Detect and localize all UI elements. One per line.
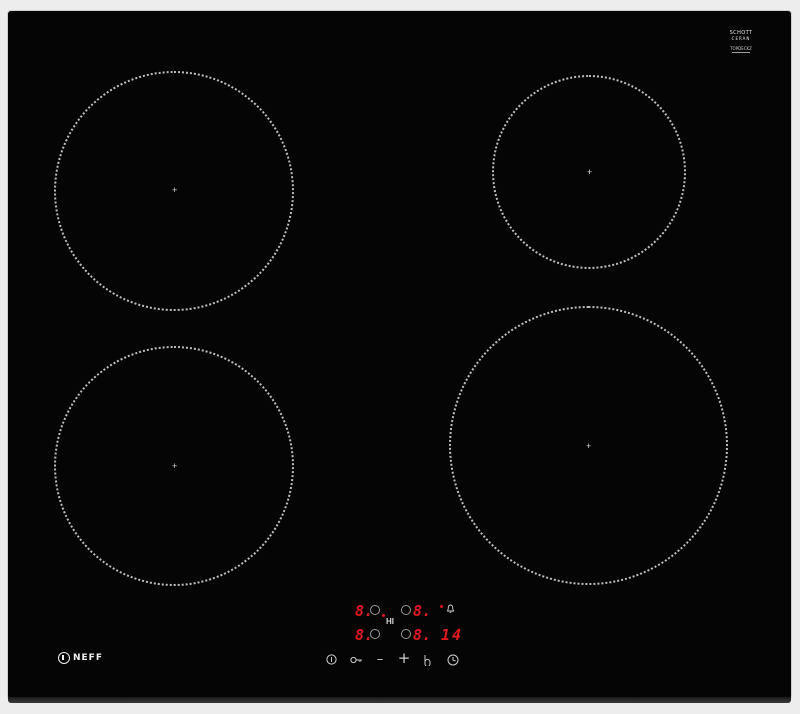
front-right-zone-select-button[interactable] — [401, 629, 411, 639]
neff-logo-icon — [58, 652, 70, 664]
glass-brand-line2: CERAN — [731, 36, 751, 41]
power-button[interactable] — [323, 654, 339, 668]
timer-button[interactable] — [445, 654, 461, 669]
plus-button[interactable]: + — [396, 649, 412, 667]
timer-display: 14 — [441, 626, 464, 644]
wipe-protect-icon — [424, 655, 430, 667]
rear-right-level-display: 8. — [413, 602, 432, 620]
rear-right-zone-select-button[interactable] — [401, 605, 411, 615]
wipe-protect-button[interactable] — [419, 654, 435, 669]
childlock-button[interactable] — [348, 654, 364, 668]
zone-rear-left-center-mark: + — [172, 185, 178, 195]
zone-front-right-center-mark: + — [586, 441, 592, 451]
zone-front-left-center-mark: + — [172, 461, 178, 471]
boost-indicator-dot — [382, 614, 385, 617]
brand-logo: NEFF — [58, 650, 103, 666]
childlock-icon — [349, 656, 362, 664]
rear-left-zone-select-button[interactable] — [370, 605, 380, 615]
minus-button[interactable]: – — [372, 653, 388, 666]
glass-brand-line3: TOPDECKZ — [730, 46, 752, 51]
minus-icon: – — [376, 652, 384, 667]
glass-brand-underline — [732, 52, 750, 53]
zone-rear-right-center-mark: + — [587, 167, 593, 177]
front-left-zone-select-button[interactable] — [370, 629, 380, 639]
boost-label: HI — [386, 617, 394, 626]
timer-icon — [447, 654, 459, 666]
alarm-bell-icon — [447, 604, 454, 613]
hob-frame-edge — [8, 697, 791, 703]
front-right-level-display: 8. — [413, 626, 432, 644]
glass-brand-mark: SCHOTT CERAN TOPDECKZ — [716, 30, 766, 53]
timer-indicator-dot — [440, 605, 443, 608]
plus-icon: + — [397, 649, 411, 667]
brand-name: NEFF — [73, 653, 103, 663]
power-icon — [325, 654, 337, 665]
